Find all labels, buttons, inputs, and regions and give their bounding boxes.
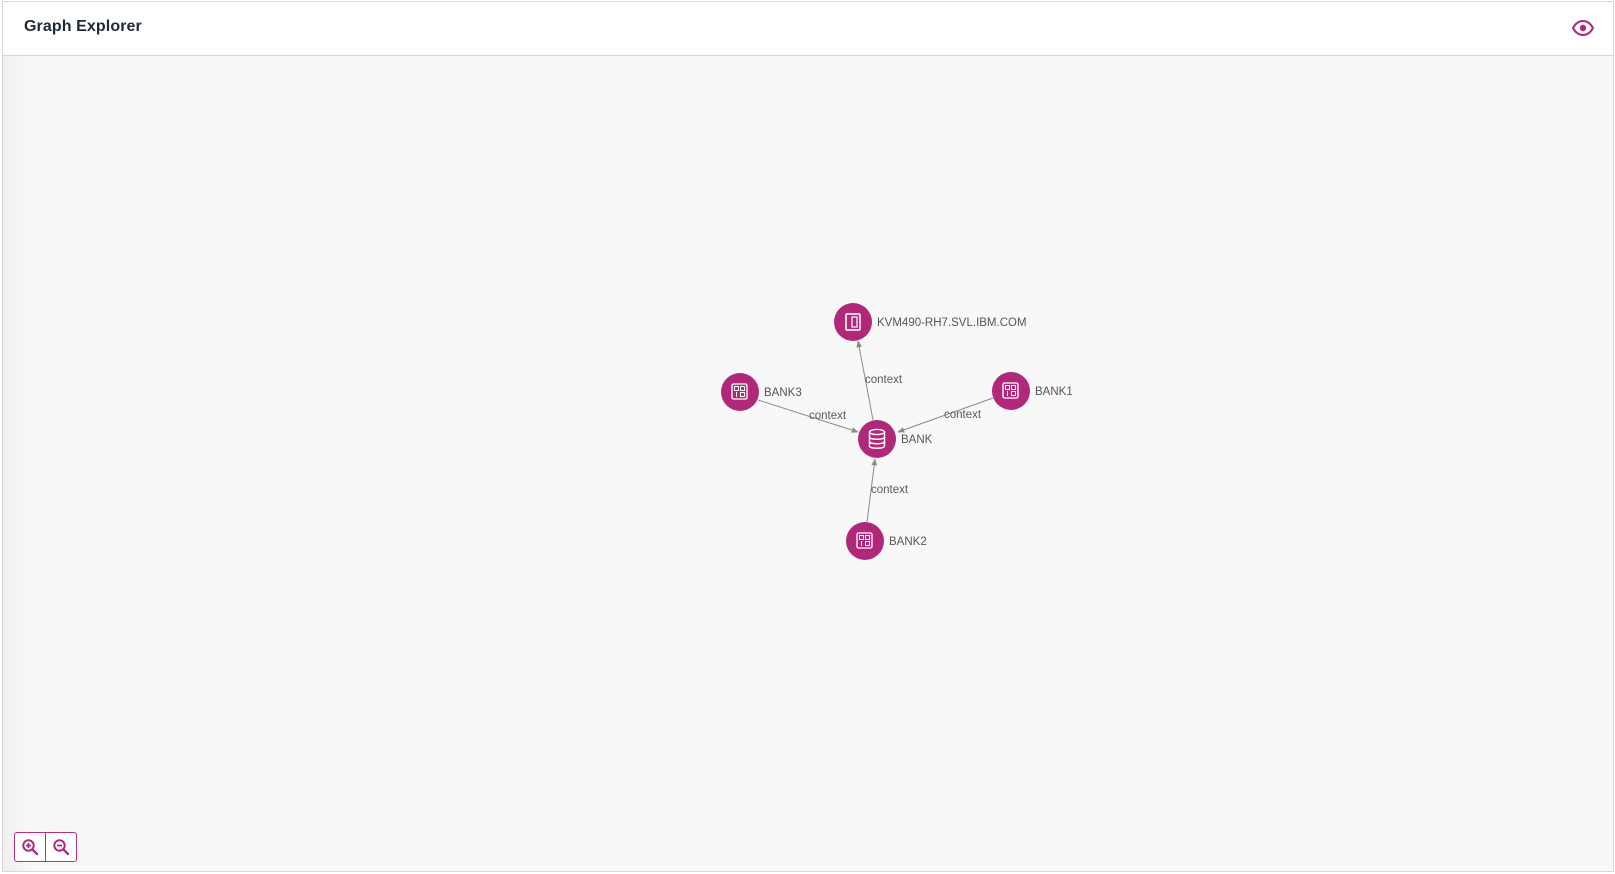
page-title: Graph Explorer — [24, 18, 142, 35]
node-kvm490[interactable]: KVM490-RH7.SVL.IBM.COM — [834, 303, 1027, 341]
node-label: BANK3 — [764, 387, 802, 399]
edge-label: context — [809, 410, 847, 422]
node-bank[interactable]: BANK — [858, 420, 933, 458]
eye-icon[interactable] — [1571, 16, 1595, 40]
graph-canvas[interactable]: context context context context KVM490-R… — [3, 56, 1613, 871]
node-bank1[interactable]: BANK1 — [992, 372, 1073, 410]
edge-label: context — [865, 374, 903, 386]
edge-label: context — [871, 484, 909, 496]
zoom-out-icon — [53, 839, 70, 856]
edge-label: context — [944, 409, 982, 421]
zoom-controls — [14, 832, 77, 862]
node-bank3[interactable]: BANK3 — [721, 373, 802, 411]
node-label: BANK2 — [889, 536, 927, 548]
edge-bank2-bank[interactable]: context — [866, 458, 909, 523]
edge-bank-kvm[interactable]: context — [856, 340, 903, 421]
node-label: BANK1 — [1035, 386, 1073, 398]
graph-explorer-panel: Graph Explorer context context context c… — [2, 1, 1614, 872]
edge-bank1-bank[interactable]: context — [897, 397, 994, 433]
zoom-in-button[interactable] — [15, 833, 45, 861]
node-label: KVM490-RH7.SVL.IBM.COM — [877, 317, 1027, 329]
graph-svg[interactable]: context context context context KVM490-R… — [3, 56, 1613, 872]
zoom-in-icon — [22, 839, 39, 856]
panel-header: Graph Explorer — [3, 2, 1613, 56]
node-label: BANK — [901, 434, 933, 446]
zoom-out-button[interactable] — [45, 833, 76, 861]
node-bank2[interactable]: BANK2 — [846, 522, 927, 560]
edge-bank3-bank[interactable]: context — [757, 399, 859, 433]
